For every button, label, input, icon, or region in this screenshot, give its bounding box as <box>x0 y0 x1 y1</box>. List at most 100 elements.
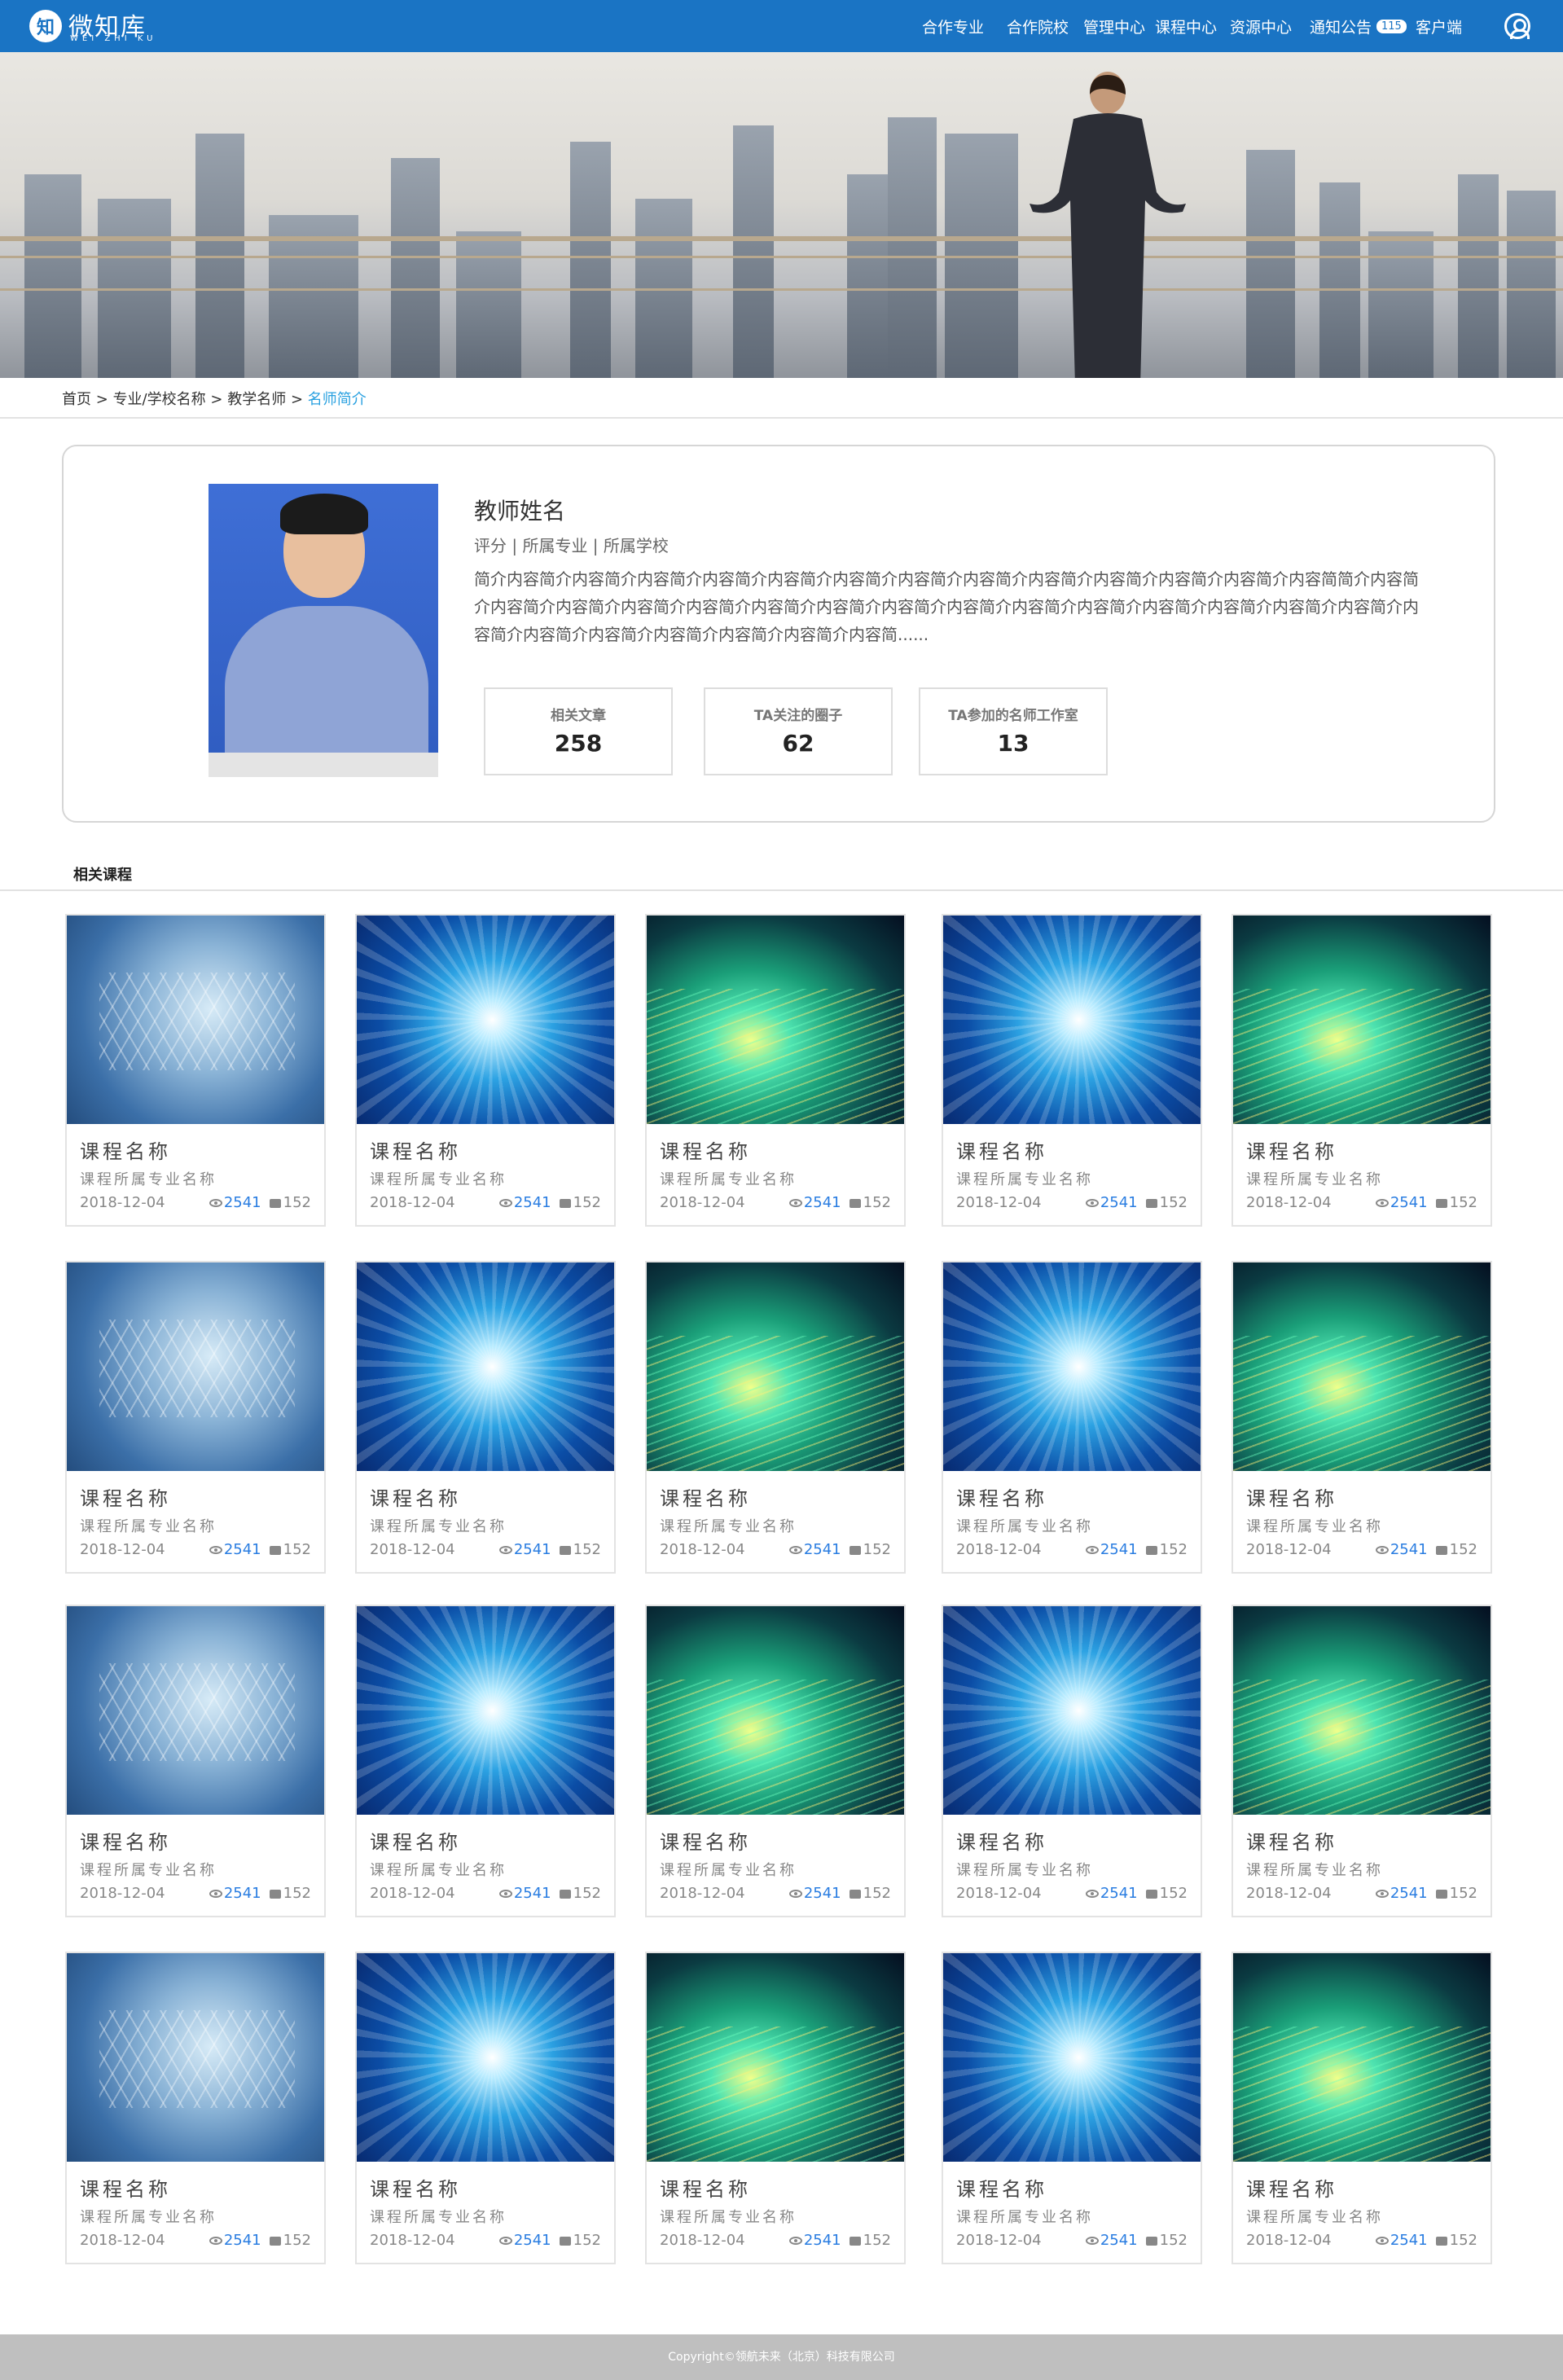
course-card[interactable]: 课程名称 课程所属专业名称 2018-12-04 2541 152 <box>355 914 616 1227</box>
stat-workshops[interactable]: TA参加的名师工作室 13 <box>919 687 1108 775</box>
course-name[interactable]: 课程名称 <box>80 1135 171 1164</box>
course-thumbnail[interactable] <box>647 1953 904 2162</box>
eye-icon <box>1085 1199 1099 1207</box>
course-card[interactable]: 课程名称 课程所属专业名称 2018-12-04 2541 152 <box>1232 1952 1492 2264</box>
comment-icon <box>849 1889 861 1899</box>
nav-cooperative-majors[interactable]: 合作专业 <box>922 0 984 52</box>
course-thumbnail[interactable] <box>943 1262 1201 1471</box>
course-thumbnail[interactable] <box>647 1606 904 1815</box>
course-major: 课程所属专业名称 <box>660 1862 797 1879</box>
course-name[interactable]: 课程名称 <box>80 1482 171 1511</box>
course-date: 2018-12-04 <box>1246 1194 1332 1211</box>
user-account-icon[interactable] <box>1504 13 1530 39</box>
nav-client[interactable]: 客户端 <box>1416 0 1462 52</box>
course-major: 课程所属专业名称 <box>956 1862 1093 1879</box>
course-stats: 2541 152 <box>498 2232 601 2249</box>
course-thumbnail[interactable] <box>1233 1262 1491 1471</box>
course-card[interactable]: 课程名称 课程所属专业名称 2018-12-04 2541 152 <box>355 1952 616 2264</box>
course-views: 2541 <box>223 1885 261 1902</box>
course-thumbnail[interactable] <box>67 1262 324 1471</box>
nav-cooperative-schools[interactable]: 合作院校 <box>1007 0 1069 52</box>
course-stats: 2541 152 <box>498 1194 601 1211</box>
course-name[interactable]: 课程名称 <box>1246 2173 1337 2202</box>
course-views: 2541 <box>1100 1885 1138 1902</box>
course-comments: 152 <box>573 2232 601 2249</box>
nav-notices[interactable]: 通知公告 115 <box>1310 0 1407 52</box>
course-thumbnail[interactable] <box>67 1606 324 1815</box>
course-name[interactable]: 课程名称 <box>370 1135 461 1164</box>
course-thumbnail[interactable] <box>357 1953 614 2162</box>
logo-subtitle: WEI ZHI KU <box>70 34 157 43</box>
course-card[interactable]: 课程名称 课程所属专业名称 2018-12-04 2541 152 <box>645 1952 906 2264</box>
course-card[interactable]: 课程名称 课程所属专业名称 2018-12-04 2541 152 <box>65 914 326 1227</box>
course-thumbnail[interactable] <box>357 1606 614 1815</box>
site-logo[interactable]: 知 微知库 WEI ZHI KU <box>29 7 152 46</box>
course-thumbnail[interactable] <box>1233 916 1491 1124</box>
course-card[interactable]: 课程名称 课程所属专业名称 2018-12-04 2541 152 <box>355 1605 616 1917</box>
course-card[interactable]: 课程名称 课程所属专业名称 2018-12-04 2541 152 <box>355 1261 616 1574</box>
course-major: 课程所属专业名称 <box>1246 1518 1383 1535</box>
stat-followed-circles[interactable]: TA关注的圈子 62 <box>704 687 893 775</box>
course-card[interactable]: 课程名称 课程所属专业名称 2018-12-04 2541 152 <box>942 914 1202 1227</box>
course-date: 2018-12-04 <box>956 1541 1042 1558</box>
course-thumbnail[interactable] <box>943 1606 1201 1815</box>
book-icon <box>559 1545 571 1555</box>
course-thumbnail[interactable] <box>1233 1606 1491 1815</box>
stat-articles[interactable]: 相关文章 258 <box>484 687 673 775</box>
course-name[interactable]: 课程名称 <box>660 1826 751 1855</box>
course-name[interactable]: 课程名称 <box>956 1135 1047 1164</box>
course-name[interactable]: 课程名称 <box>956 2173 1047 2202</box>
course-card[interactable]: 课程名称 课程所属专业名称 2018-12-04 2541 152 <box>65 1952 326 2264</box>
course-name[interactable]: 课程名称 <box>956 1482 1047 1511</box>
course-major: 课程所属专业名称 <box>660 1518 797 1535</box>
course-name[interactable]: 课程名称 <box>1246 1826 1337 1855</box>
course-card[interactable]: 课程名称 课程所属专业名称 2018-12-04 2541 152 <box>65 1605 326 1917</box>
hero-banner-image <box>0 52 1563 378</box>
course-card[interactable]: 课程名称 课程所属专业名称 2018-12-04 2541 152 <box>942 1952 1202 2264</box>
course-comments: 152 <box>283 2232 311 2249</box>
teacher-intro: 简介内容简介内容简介内容简介内容简介内容简介内容简介内容简介内容简介内容简介内容… <box>474 569 1419 644</box>
course-card[interactable]: 课程名称 课程所属专业名称 2018-12-04 2541 152 <box>942 1261 1202 1574</box>
course-name[interactable]: 课程名称 <box>660 2173 751 2202</box>
course-thumbnail[interactable] <box>357 916 614 1124</box>
nav-resource-center[interactable]: 资源中心 <box>1230 0 1292 52</box>
course-card[interactable]: 课程名称 课程所属专业名称 2018-12-04 2541 152 <box>942 1605 1202 1917</box>
comment-icon <box>849 1545 861 1555</box>
course-name[interactable]: 课程名称 <box>80 1826 171 1855</box>
breadcrumb-teachers[interactable]: 教学名师 <box>227 391 286 408</box>
nav-management-center[interactable]: 管理中心 <box>1083 0 1145 52</box>
nav-course-center[interactable]: 课程中心 <box>1155 0 1217 52</box>
course-name[interactable]: 课程名称 <box>660 1135 751 1164</box>
course-card[interactable]: 课程名称 课程所属专业名称 2018-12-04 2541 152 <box>1232 1261 1492 1574</box>
course-card[interactable]: 课程名称 课程所属专业名称 2018-12-04 2541 152 <box>645 1261 906 1574</box>
course-card[interactable]: 课程名称 课程所属专业名称 2018-12-04 2541 152 <box>1232 914 1492 1227</box>
course-thumbnail[interactable] <box>647 916 904 1124</box>
book-icon <box>1145 1889 1157 1899</box>
course-date: 2018-12-04 <box>80 1885 165 1902</box>
course-name[interactable]: 课程名称 <box>660 1482 751 1511</box>
course-name[interactable]: 课程名称 <box>370 1482 461 1511</box>
course-name[interactable]: 课程名称 <box>1246 1135 1337 1164</box>
course-name[interactable]: 课程名称 <box>370 1826 461 1855</box>
course-thumbnail[interactable] <box>1233 1953 1491 2162</box>
breadcrumb-home[interactable]: 首页 <box>62 391 91 408</box>
course-thumbnail[interactable] <box>943 1953 1201 2162</box>
course-card[interactable]: 课程名称 课程所属专业名称 2018-12-04 2541 152 <box>1232 1605 1492 1917</box>
comment-icon <box>1435 1889 1447 1899</box>
course-card[interactable]: 课程名称 课程所属专业名称 2018-12-04 2541 152 <box>65 1261 326 1574</box>
breadcrumb-school[interactable]: 专业/学校名称 <box>113 391 206 408</box>
course-thumbnail[interactable] <box>357 1262 614 1471</box>
divider <box>0 417 1563 419</box>
comment-icon <box>849 1198 861 1208</box>
course-name[interactable]: 课程名称 <box>370 2173 461 2202</box>
course-card[interactable]: 课程名称 课程所属专业名称 2018-12-04 2541 152 <box>645 914 906 1227</box>
course-name[interactable]: 课程名称 <box>80 2173 171 2202</box>
course-thumbnail[interactable] <box>647 1262 904 1471</box>
course-name[interactable]: 课程名称 <box>1246 1482 1337 1511</box>
course-name[interactable]: 课程名称 <box>956 1826 1047 1855</box>
course-thumbnail[interactable] <box>67 916 324 1124</box>
course-comments: 152 <box>283 1885 311 1902</box>
course-thumbnail[interactable] <box>67 1953 324 2162</box>
course-thumbnail[interactable] <box>943 916 1201 1124</box>
course-card[interactable]: 课程名称 课程所属专业名称 2018-12-04 2541 152 <box>645 1605 906 1917</box>
